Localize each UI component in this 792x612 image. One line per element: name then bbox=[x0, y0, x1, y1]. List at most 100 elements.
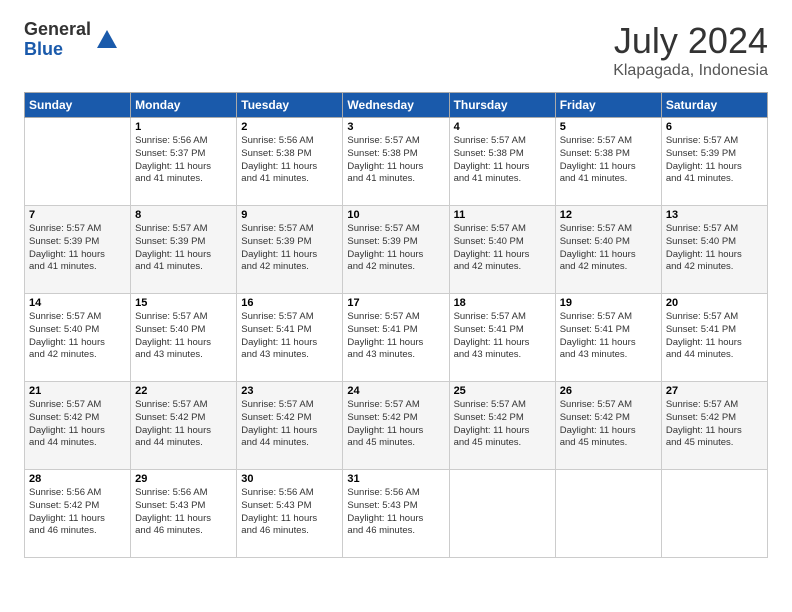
day-info: Sunrise: 5:56 AMSunset: 5:37 PMDaylight:… bbox=[135, 135, 232, 186]
day-info: Sunrise: 5:57 AMSunset: 5:42 PMDaylight:… bbox=[560, 399, 657, 450]
day-info: Sunrise: 5:56 AMSunset: 5:43 PMDaylight:… bbox=[347, 487, 444, 538]
month-year: July 2024 bbox=[613, 20, 768, 62]
calendar-day-cell: 21 Sunrise: 5:57 AMSunset: 5:42 PMDayligh… bbox=[25, 382, 131, 470]
calendar-day-cell: 10Sunrise: 5:57 AMSunset: 5:39 PMDayligh… bbox=[343, 206, 449, 294]
day-number: 29 bbox=[135, 473, 232, 485]
calendar-day-cell: 18Sunrise: 5:57 AMSunset: 5:41 PMDayligh… bbox=[449, 294, 555, 382]
calendar-week-row: 14 Sunrise: 5:57 AMSunset: 5:40 PMDayligh… bbox=[25, 294, 768, 382]
calendar-day-cell: 30 Sunrise: 5:56 AMSunset: 5:43 PMDayligh… bbox=[237, 470, 343, 558]
empty-day-cell bbox=[555, 470, 661, 558]
day-number: 20 bbox=[666, 297, 763, 309]
day-info: Sunrise: 5:56 AMSunset: 5:43 PMDaylight:… bbox=[241, 487, 338, 538]
day-number: 14 bbox=[29, 297, 126, 309]
day-info: Sunrise: 5:57 AMSunset: 5:42 PMDaylight:… bbox=[454, 399, 551, 450]
day-info: Sunrise: 5:57 AMSunset: 5:39 PMDaylight:… bbox=[29, 223, 126, 274]
day-number: 4 bbox=[454, 121, 551, 133]
day-info: Sunrise: 5:57 AMSunset: 5:39 PMDaylight:… bbox=[135, 223, 232, 274]
day-number: 21 bbox=[29, 385, 126, 397]
day-number: 25 bbox=[454, 385, 551, 397]
empty-day-cell bbox=[25, 118, 131, 206]
empty-day-cell bbox=[449, 470, 555, 558]
logo-text: General Blue bbox=[24, 20, 91, 60]
logo-icon bbox=[93, 26, 121, 54]
title-section: July 2024 Klapagada, Indonesia bbox=[613, 20, 768, 80]
day-info: Sunrise: 5:57 AMSunset: 5:42 PMDaylight:… bbox=[29, 399, 126, 450]
calendar-day-cell: 4 Sunrise: 5:57 AMSunset: 5:38 PMDaylight… bbox=[449, 118, 555, 206]
calendar-day-cell: 27 Sunrise: 5:57 AMSunset: 5:42 PMDayligh… bbox=[661, 382, 767, 470]
day-info: Sunrise: 5:57 AMSunset: 5:41 PMDaylight:… bbox=[666, 311, 763, 362]
logo-general: General bbox=[24, 20, 91, 40]
calendar-day-cell: 13 Sunrise: 5:57 AMSunset: 5:40 PMDayligh… bbox=[661, 206, 767, 294]
calendar-day-cell: 6 Sunrise: 5:57 AMSunset: 5:39 PMDaylight… bbox=[661, 118, 767, 206]
day-number: 11 bbox=[454, 209, 551, 221]
day-info: Sunrise: 5:57 AMSunset: 5:41 PMDaylight:… bbox=[241, 311, 338, 362]
day-number: 12 bbox=[560, 209, 657, 221]
calendar-day-cell: 11 Sunrise: 5:57 AMSunset: 5:40 PMDayligh… bbox=[449, 206, 555, 294]
calendar-day-cell: 22Sunrise: 5:57 AMSunset: 5:42 PMDayligh… bbox=[131, 382, 237, 470]
calendar-day-cell: 7 Sunrise: 5:57 AMSunset: 5:39 PMDaylight… bbox=[25, 206, 131, 294]
calendar-week-row: 1 Sunrise: 5:56 AMSunset: 5:37 PMDaylight… bbox=[25, 118, 768, 206]
day-number: 31 bbox=[347, 473, 444, 485]
day-of-week-header: Wednesday bbox=[343, 93, 449, 118]
day-info: Sunrise: 5:56 AMSunset: 5:43 PMDaylight:… bbox=[135, 487, 232, 538]
calendar-day-cell: 15Sunrise: 5:57 AMSunset: 5:40 PMDayligh… bbox=[131, 294, 237, 382]
day-number: 26 bbox=[560, 385, 657, 397]
day-number: 6 bbox=[666, 121, 763, 133]
day-info: Sunrise: 5:57 AMSunset: 5:40 PMDaylight:… bbox=[135, 311, 232, 362]
day-info: Sunrise: 5:57 AMSunset: 5:42 PMDaylight:… bbox=[666, 399, 763, 450]
calendar-day-cell: 25 Sunrise: 5:57 AMSunset: 5:42 PMDayligh… bbox=[449, 382, 555, 470]
day-number: 30 bbox=[241, 473, 338, 485]
day-number: 2 bbox=[241, 121, 338, 133]
day-number: 17 bbox=[347, 297, 444, 309]
day-number: 16 bbox=[241, 297, 338, 309]
day-of-week-header: Saturday bbox=[661, 93, 767, 118]
calendar-day-cell: 19 Sunrise: 5:57 AMSunset: 5:41 PMDayligh… bbox=[555, 294, 661, 382]
day-info: Sunrise: 5:57 AMSunset: 5:38 PMDaylight:… bbox=[454, 135, 551, 186]
day-number: 13 bbox=[666, 209, 763, 221]
calendar-day-cell: 23 Sunrise: 5:57 AMSunset: 5:42 PMDayligh… bbox=[237, 382, 343, 470]
day-info: Sunrise: 5:57 AMSunset: 5:42 PMDaylight:… bbox=[241, 399, 338, 450]
day-info: Sunrise: 5:57 AMSunset: 5:40 PMDaylight:… bbox=[454, 223, 551, 274]
calendar-day-cell: 1 Sunrise: 5:56 AMSunset: 5:37 PMDaylight… bbox=[131, 118, 237, 206]
day-of-week-header: Thursday bbox=[449, 93, 555, 118]
header: General Blue July 2024 Klapagada, Indone… bbox=[24, 20, 768, 80]
calendar-day-cell: 2 Sunrise: 5:56 AMSunset: 5:38 PMDaylight… bbox=[237, 118, 343, 206]
day-info: Sunrise: 5:57 AMSunset: 5:41 PMDaylight:… bbox=[347, 311, 444, 362]
calendar-day-cell: 20 Sunrise: 5:57 AMSunset: 5:41 PMDayligh… bbox=[661, 294, 767, 382]
day-number: 1 bbox=[135, 121, 232, 133]
day-info: Sunrise: 5:57 AMSunset: 5:39 PMDaylight:… bbox=[666, 135, 763, 186]
day-number: 23 bbox=[241, 385, 338, 397]
calendar-day-cell: 24 Sunrise: 5:57 AMSunset: 5:42 PMDayligh… bbox=[343, 382, 449, 470]
calendar-day-cell: 8Sunrise: 5:57 AMSunset: 5:39 PMDaylight… bbox=[131, 206, 237, 294]
day-info: Sunrise: 5:57 AMSunset: 5:41 PMDaylight:… bbox=[560, 311, 657, 362]
calendar-day-cell: 5Sunrise: 5:57 AMSunset: 5:38 PMDaylight… bbox=[555, 118, 661, 206]
day-number: 22 bbox=[135, 385, 232, 397]
day-number: 7 bbox=[29, 209, 126, 221]
day-of-week-header: Sunday bbox=[25, 93, 131, 118]
page: General Blue July 2024 Klapagada, Indone… bbox=[0, 0, 792, 612]
day-number: 3 bbox=[347, 121, 444, 133]
calendar-day-cell: 28Sunrise: 5:56 AMSunset: 5:42 PMDayligh… bbox=[25, 470, 131, 558]
day-of-week-header: Monday bbox=[131, 93, 237, 118]
calendar-day-cell: 17 Sunrise: 5:57 AMSunset: 5:41 PMDayligh… bbox=[343, 294, 449, 382]
day-number: 27 bbox=[666, 385, 763, 397]
day-number: 9 bbox=[241, 209, 338, 221]
calendar-table: SundayMondayTuesdayWednesdayThursdayFrid… bbox=[24, 92, 768, 558]
day-info: Sunrise: 5:56 AMSunset: 5:42 PMDaylight:… bbox=[29, 487, 126, 538]
calendar-day-cell: 26 Sunrise: 5:57 AMSunset: 5:42 PMDayligh… bbox=[555, 382, 661, 470]
day-number: 19 bbox=[560, 297, 657, 309]
location: Klapagada, Indonesia bbox=[613, 62, 768, 80]
logo: General Blue bbox=[24, 20, 121, 60]
day-info: Sunrise: 5:57 AMSunset: 5:38 PMDaylight:… bbox=[347, 135, 444, 186]
calendar-day-cell: 29 Sunrise: 5:56 AMSunset: 5:43 PMDayligh… bbox=[131, 470, 237, 558]
empty-day-cell bbox=[661, 470, 767, 558]
day-of-week-header: Tuesday bbox=[237, 93, 343, 118]
day-info: Sunrise: 5:57 AMSunset: 5:42 PMDaylight:… bbox=[347, 399, 444, 450]
day-of-week-header: Friday bbox=[555, 93, 661, 118]
calendar-day-cell: 16 Sunrise: 5:57 AMSunset: 5:41 PMDayligh… bbox=[237, 294, 343, 382]
day-info: Sunrise: 5:57 AMSunset: 5:40 PMDaylight:… bbox=[666, 223, 763, 274]
day-info: Sunrise: 5:57 AMSunset: 5:40 PMDaylight:… bbox=[29, 311, 126, 362]
day-number: 24 bbox=[347, 385, 444, 397]
calendar-day-cell: 9Sunrise: 5:57 AMSunset: 5:39 PMDaylight… bbox=[237, 206, 343, 294]
day-info: Sunrise: 5:56 AMSunset: 5:38 PMDaylight:… bbox=[241, 135, 338, 186]
